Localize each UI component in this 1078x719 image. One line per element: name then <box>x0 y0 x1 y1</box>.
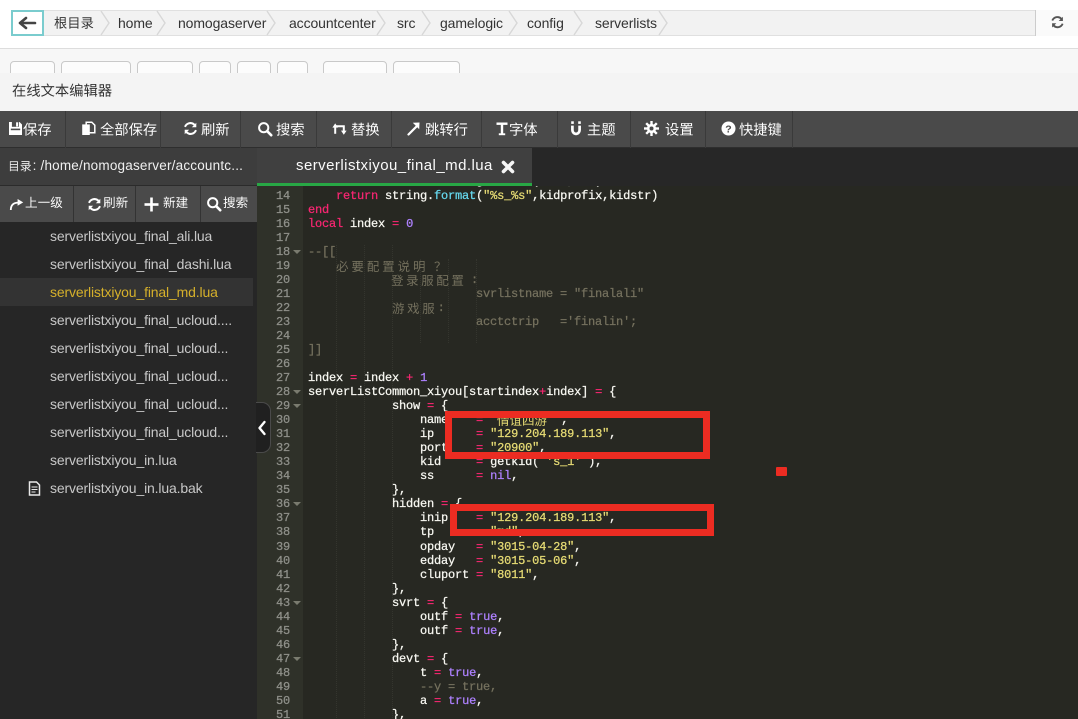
svg-text:?: ? <box>725 123 731 135</box>
